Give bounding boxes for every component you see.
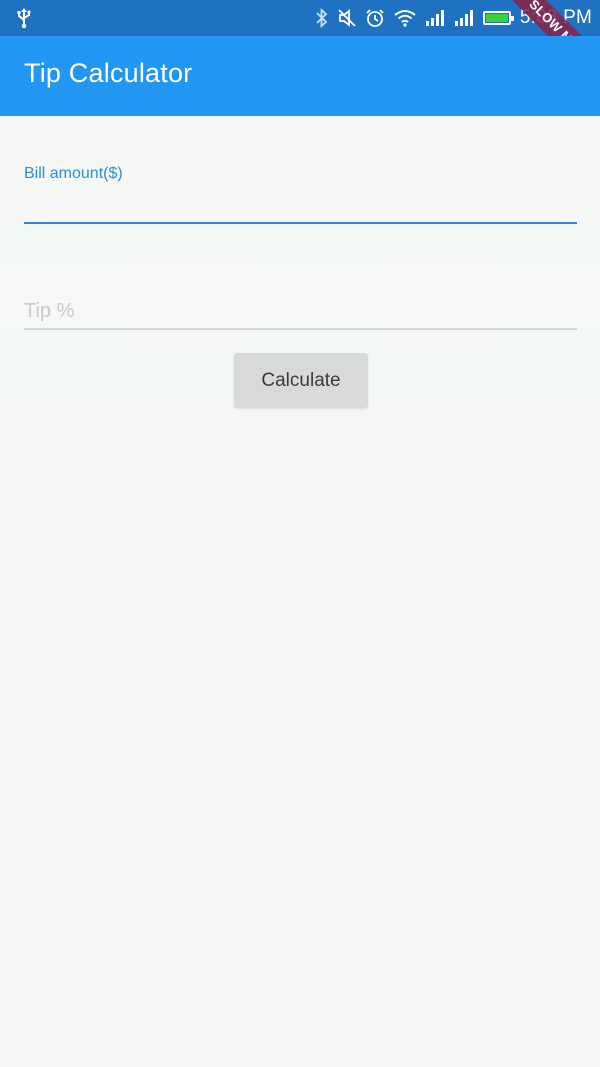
battery-level (485, 14, 508, 22)
tip-percent-field[interactable]: Tip % (24, 294, 577, 330)
bill-amount-underline (24, 222, 577, 224)
bluetooth-icon (315, 8, 329, 28)
mute-icon (338, 8, 356, 28)
app-bar: Tip Calculator (0, 36, 600, 116)
alarm-icon (365, 8, 385, 28)
calculate-button[interactable]: Calculate (234, 353, 368, 408)
tip-percent-underline (24, 328, 577, 330)
status-bar: 5:08 PM SLOW MODE (0, 0, 600, 90)
bill-amount-field[interactable]: Bill amount($) (24, 160, 577, 224)
wifi-icon (394, 9, 416, 27)
status-icons: 5:08 PM (315, 0, 592, 36)
app-title: Tip Calculator (24, 58, 193, 88)
tip-percent-placeholder: Tip % (24, 300, 75, 322)
signal-icon (425, 9, 445, 27)
usb-icon (14, 7, 34, 29)
status-time: 5:08 PM (519, 7, 592, 28)
tip-form: Bill amount($) Tip % Calculate (0, 116, 600, 536)
signal-icon (454, 9, 474, 27)
battery-icon (482, 11, 514, 25)
bill-amount-input[interactable] (24, 190, 577, 224)
bill-amount-label: Bill amount($) (24, 165, 123, 182)
